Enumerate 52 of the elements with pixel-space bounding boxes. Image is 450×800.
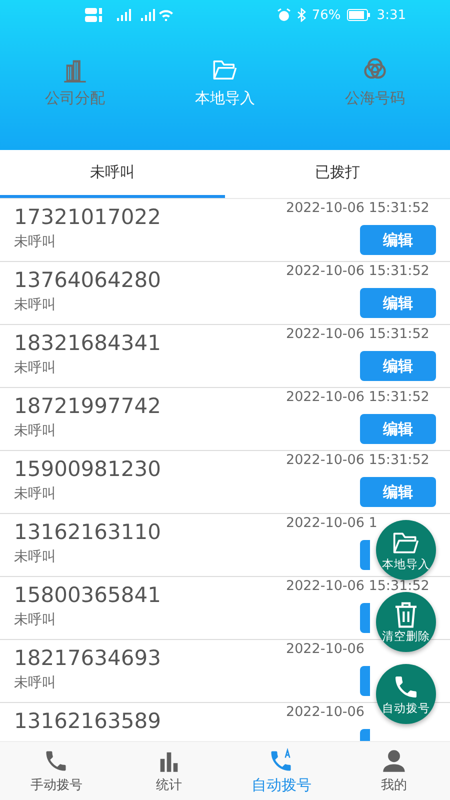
edit-button[interactable] — [360, 540, 370, 570]
timestamp: 2022-10-06 15:31:52 — [286, 327, 430, 342]
edit-button[interactable]: 编辑 — [360, 351, 436, 381]
timestamp: 2022-10-06 15:31:52 — [286, 264, 430, 279]
battery-percent: 76% — [312, 8, 341, 22]
source-tab[interactable]: 公司分配 — [0, 50, 150, 114]
call-status: 未呼叫 — [14, 485, 57, 503]
timestamp: 2022-10-06 — [286, 642, 364, 657]
clock-time: 3:31 — [376, 8, 406, 22]
bottom-nav-item[interactable]: 统计 — [112, 742, 225, 800]
phone-number: 13162163110 — [14, 520, 161, 544]
edit-button[interactable]: 编辑 — [360, 414, 436, 444]
phone-number: 15800365841 — [14, 583, 161, 607]
timestamp: 2022-10-06 15:31:52 — [286, 390, 430, 405]
call-status-tab[interactable]: 未呼叫 — [0, 150, 225, 198]
call-status-tab[interactable]: 已拨打 — [225, 150, 450, 198]
source-tab[interactable]: 公海号码 — [300, 50, 450, 114]
timestamp: 2022-10-06 15:31:52 — [286, 201, 430, 216]
phone-number: 15900981230 — [14, 457, 161, 481]
bottom-nav-item[interactable]: 自动拨号 — [225, 742, 338, 800]
timestamp: 2022-10-06 15:31:52 — [286, 453, 430, 468]
phone-number: 13764064280 — [14, 268, 161, 292]
call-status: 未呼叫 — [14, 296, 57, 314]
phone-number: 18721997742 — [14, 394, 161, 418]
edit-button[interactable]: 编辑 — [360, 225, 436, 255]
phone-number: 18217634693 — [14, 646, 161, 670]
timestamp: 2022-10-06 — [286, 705, 364, 720]
phone-number: 13162163589 — [14, 709, 161, 733]
person-icon — [380, 748, 407, 774]
phone-number: 17321017022 — [14, 205, 161, 229]
edit-button[interactable]: 编辑 — [360, 477, 436, 507]
bottom-nav-item[interactable]: 手动拨号 — [0, 742, 112, 800]
call-status: 未呼叫 — [14, 422, 57, 440]
floating-action-button[interactable]: 清空删除 — [376, 592, 436, 652]
floating-action-button[interactable]: 本地导入 — [376, 520, 436, 580]
call-status: 未呼叫 — [14, 611, 57, 629]
call-status: 未呼叫 — [14, 548, 57, 566]
edit-button[interactable]: 编辑 — [360, 288, 436, 318]
edit-button[interactable] — [360, 603, 370, 633]
bluetooth-icon — [296, 8, 306, 22]
floating-action-button[interactable]: 自动拨号 — [376, 664, 436, 724]
edit-button[interactable] — [360, 666, 370, 696]
timestamp: 2022-10-06 1 — [286, 516, 378, 531]
call-status: 未呼叫 — [14, 359, 57, 377]
call-status: 未呼叫 — [14, 233, 57, 251]
bottom-nav-item[interactable]: 我的 — [338, 742, 450, 800]
call-status: 未呼叫 — [14, 674, 57, 692]
alarm-icon — [276, 8, 291, 22]
source-tab[interactable]: 本地导入 — [150, 50, 300, 114]
timestamp: 2022-10-06 15:31:52 — [286, 579, 430, 594]
phone-number: 18321684341 — [14, 331, 161, 355]
battery-icon — [346, 9, 371, 21]
